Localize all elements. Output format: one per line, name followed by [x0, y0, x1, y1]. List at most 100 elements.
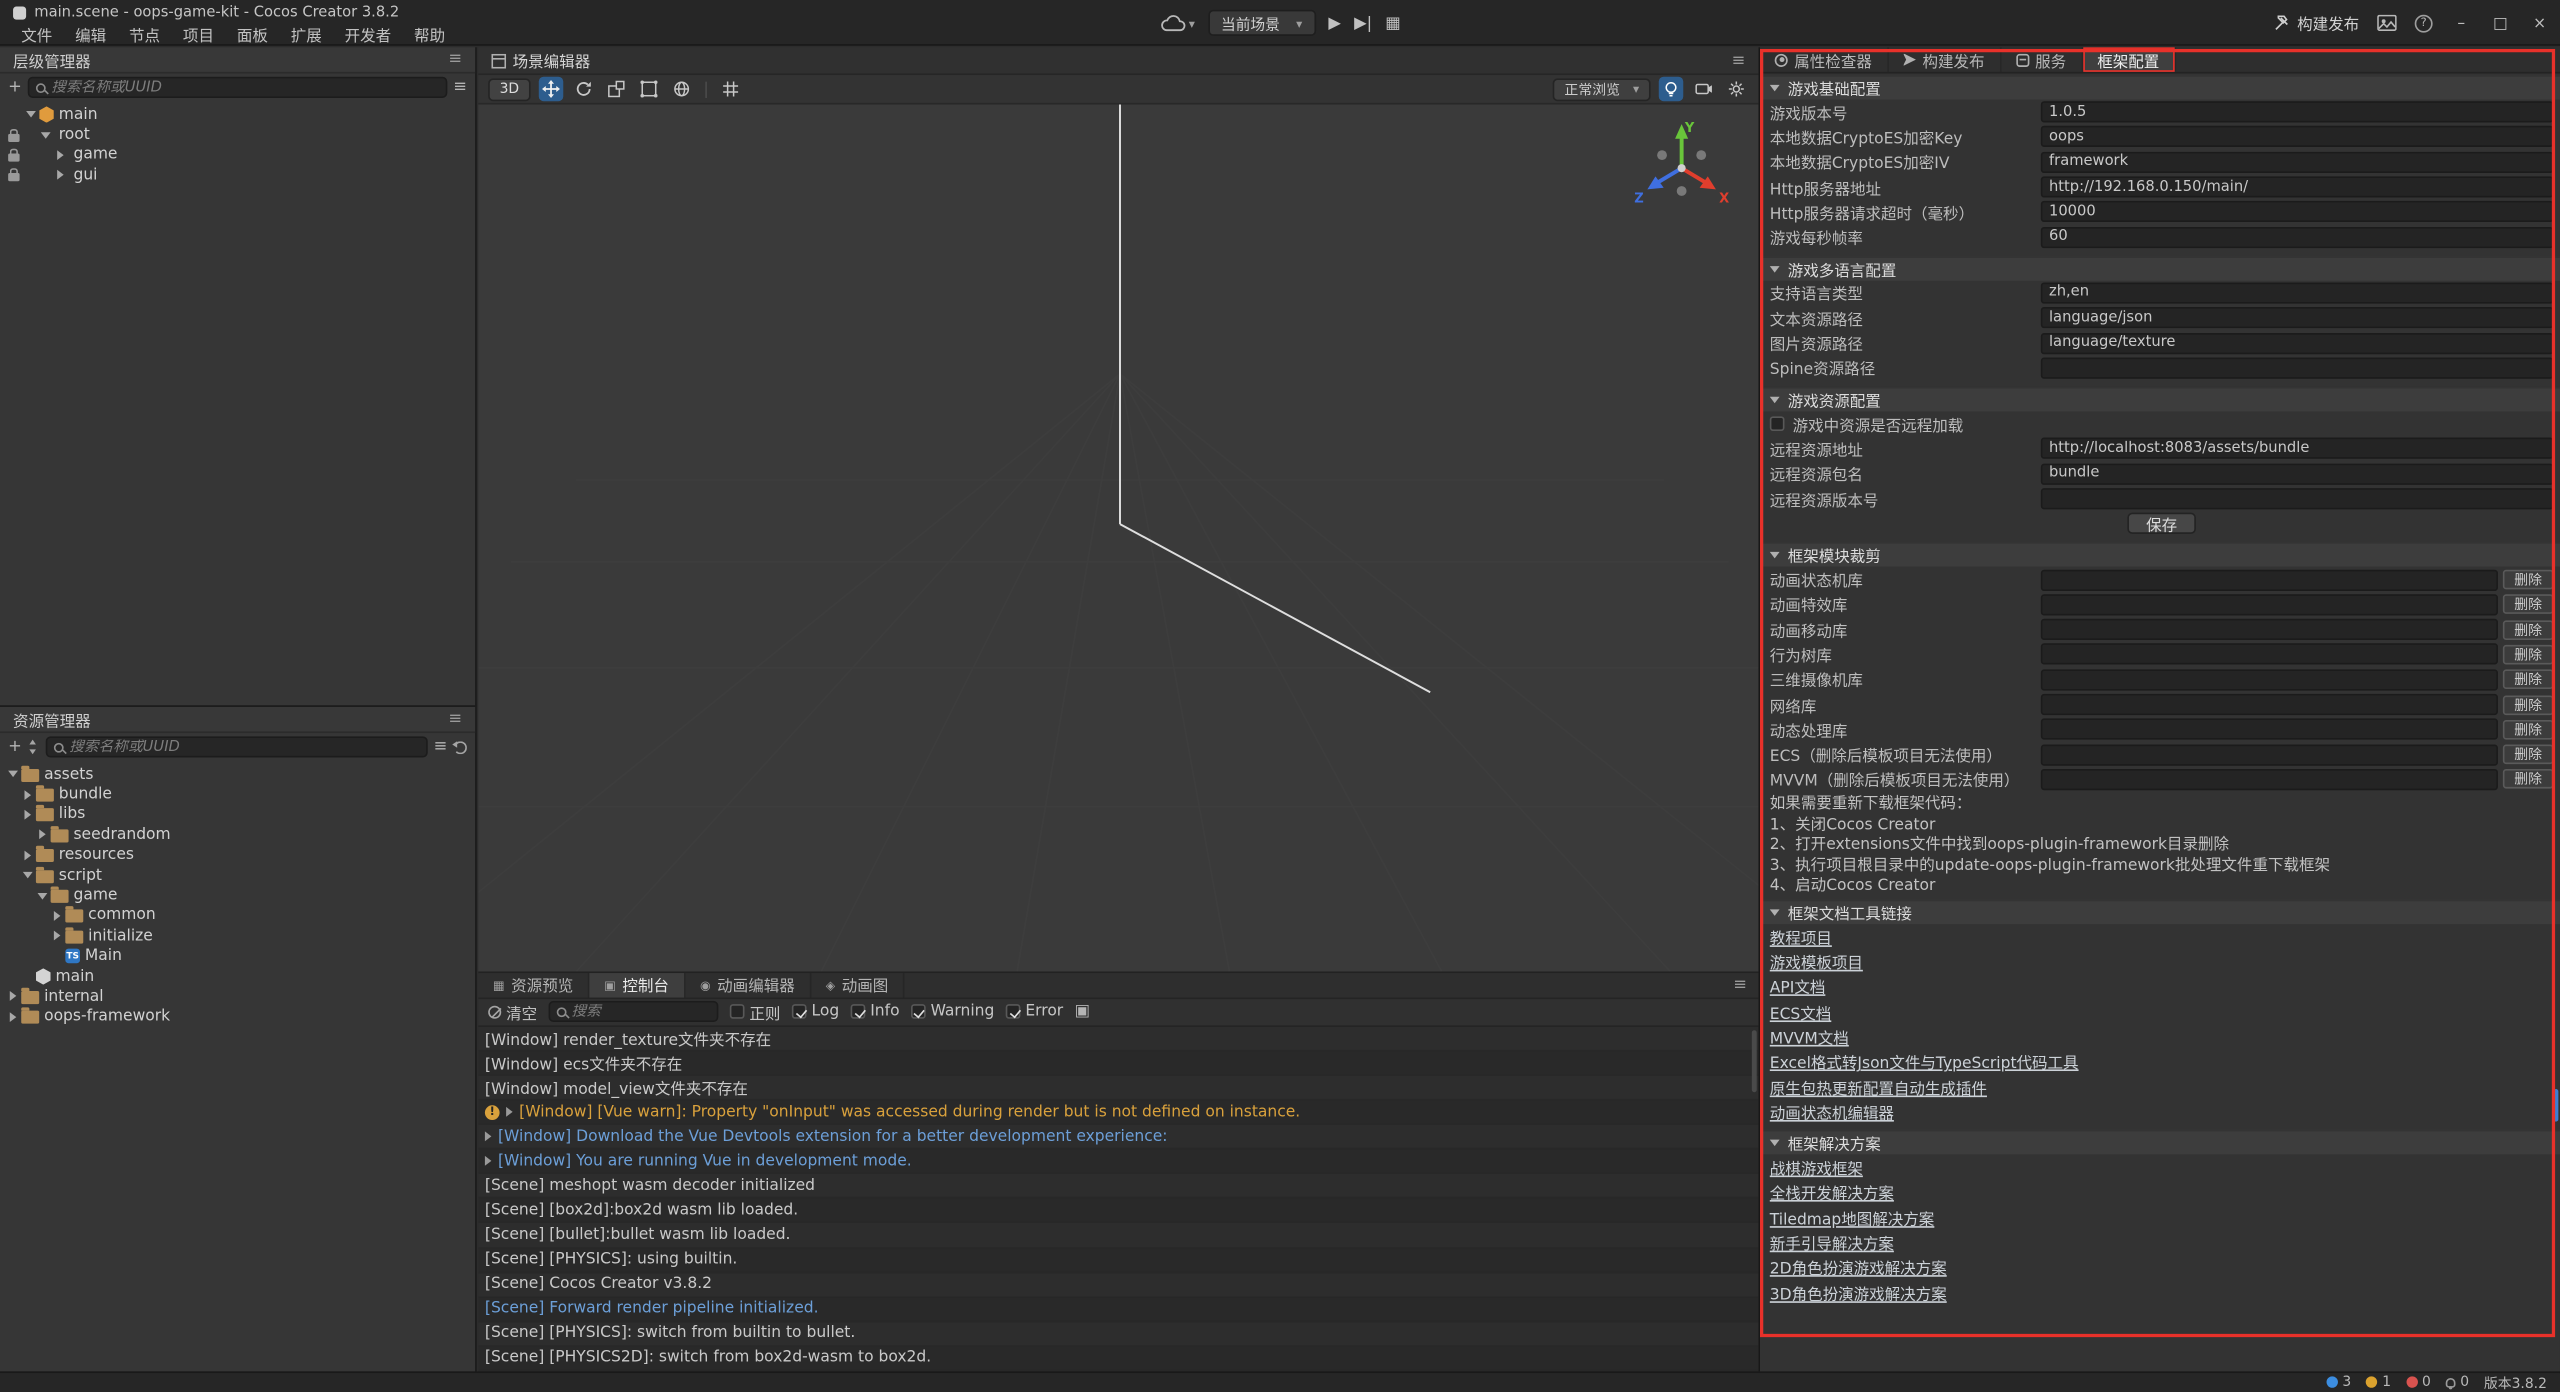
property-input[interactable] [2041, 101, 2554, 122]
scene-settings-gear-icon[interactable] [1724, 77, 1748, 101]
snap-grid-icon[interactable] [718, 77, 742, 101]
section-header[interactable]: 框架文档工具链接 [1760, 900, 2560, 924]
module-field[interactable] [2041, 619, 2498, 640]
expand-arrow-icon[interactable] [38, 127, 54, 143]
menu-item-5[interactable]: 扩展 [279, 22, 333, 45]
log-row[interactable]: [Scene] [PHYSICS]: using builtin. [478, 1248, 1758, 1273]
tree-row[interactable]: seedrandom [0, 825, 475, 845]
console-search[interactable] [549, 1001, 719, 1022]
doc-link[interactable]: 游戏模板项目 [1770, 950, 1863, 973]
menu-item-0[interactable]: 文件 [10, 22, 64, 45]
play-button[interactable]: ▶ [1328, 14, 1341, 32]
log-row[interactable]: [Scene] [PHYSICS2D]: switch from box2d-w… [478, 1347, 1758, 1371]
log-row[interactable]: [Window] You are running Vue in developm… [478, 1150, 1758, 1175]
expand-arrow-icon[interactable] [20, 867, 36, 883]
doc-link[interactable]: 新手引导解决方案 [1770, 1231, 1894, 1254]
module-field[interactable] [2041, 694, 2498, 715]
module-field[interactable] [2041, 719, 2498, 740]
log-row[interactable]: [Window] render_texture文件夹不存在 [478, 1026, 1758, 1051]
expand-arrow-icon[interactable] [5, 766, 21, 782]
doc-link[interactable]: ECS文档 [1770, 1000, 1832, 1023]
expand-arrow-icon[interactable] [20, 806, 36, 822]
property-input[interactable] [2041, 151, 2554, 172]
tree-row[interactable]: resources [0, 845, 475, 865]
light-icon[interactable] [1659, 77, 1683, 101]
scene-select[interactable]: 当前场景 ▾ [1208, 10, 1315, 36]
doc-link[interactable]: 动画状态机编辑器 [1770, 1100, 1894, 1123]
expand-arrow-icon[interactable] [20, 786, 36, 802]
console-filter-info[interactable]: Info [851, 1003, 900, 1021]
minimize-button[interactable]: – [2451, 14, 2472, 32]
doc-link[interactable]: 战棋游戏框架 [1770, 1156, 1863, 1179]
sort-icon[interactable] [28, 740, 39, 755]
create-node-button[interactable]: + [8, 79, 22, 95]
expand-arrow-icon[interactable] [485, 1156, 492, 1166]
rotate-tool-icon[interactable] [571, 77, 595, 101]
inspector-tab-2[interactable]: 服务 [2001, 47, 2083, 71]
tree-row[interactable]: common [0, 906, 475, 926]
doc-link[interactable]: 2D角色扮演游戏解决方案 [1770, 1256, 1947, 1279]
log-row[interactable]: [Scene] Cocos Creator v3.8.2 [478, 1273, 1758, 1298]
assets-search[interactable] [46, 736, 427, 757]
remote-load-checkbox[interactable] [1770, 417, 1785, 432]
tree-row[interactable]: main [0, 966, 475, 986]
expand-arrow-icon[interactable] [49, 948, 65, 964]
maximize-button[interactable]: □ [2490, 14, 2511, 32]
console-tab-2[interactable]: ◉动画编辑器 [685, 973, 811, 997]
warning-count[interactable]: 1 [2366, 1374, 2391, 1390]
move-tool-icon[interactable] [539, 77, 563, 101]
camera-icon[interactable] [1691, 77, 1715, 101]
close-button[interactable]: × [2529, 14, 2550, 32]
doc-link[interactable]: 3D角色扮演游戏解决方案 [1770, 1281, 1947, 1304]
delete-button[interactable]: 删除 [2503, 720, 2554, 740]
log-row[interactable]: [Window] Download the Vue Devtools exten… [478, 1125, 1758, 1150]
doc-link[interactable]: Excel格式转Json文件与TypeScript代码工具 [1770, 1050, 2079, 1073]
filter-icon[interactable]: ≡ [434, 739, 448, 755]
console-tab-3[interactable]: ◈动画图 [811, 973, 905, 997]
module-field[interactable] [2041, 569, 2498, 590]
property-input[interactable] [2041, 332, 2554, 353]
info-count[interactable]: 3 [2326, 1374, 2351, 1390]
menu-item-1[interactable]: 编辑 [64, 22, 118, 45]
step-button[interactable]: ▶| [1354, 14, 1372, 32]
tree-row[interactable]: root [0, 125, 475, 145]
expand-arrow-icon[interactable] [20, 847, 36, 863]
notification-count[interactable]: 0 [2446, 1374, 2470, 1390]
section-header[interactable]: 框架解决方案 [1760, 1131, 2560, 1155]
property-input[interactable] [2041, 357, 2554, 378]
tree-row[interactable]: TSMain [0, 946, 475, 966]
module-field[interactable] [2041, 594, 2498, 615]
property-input[interactable] [2041, 438, 2554, 459]
tree-row[interactable]: script [0, 865, 475, 885]
delete-button[interactable]: 删除 [2503, 770, 2554, 790]
expand-arrow-icon[interactable] [52, 147, 68, 163]
log-row[interactable]: [Scene] [PHYSICS]: switch from builtin t… [478, 1322, 1758, 1347]
panel-menu-icon[interactable]: ≡ [1732, 51, 1746, 69]
expand-arrow-icon[interactable] [5, 989, 21, 1005]
doc-link[interactable]: 教程项目 [1770, 925, 1832, 948]
menu-item-6[interactable]: 开发者 [333, 22, 402, 45]
regex-toggle[interactable]: 正则 [730, 1000, 781, 1023]
console-filter-log[interactable]: Log [792, 1003, 839, 1021]
hierarchy-search-input[interactable] [51, 79, 438, 95]
inspector-tab-0[interactable]: 属性检查器 [1760, 47, 1888, 71]
gizmo-space-icon[interactable] [669, 77, 693, 101]
doc-link[interactable]: MVVM文档 [1770, 1025, 1849, 1048]
save-button[interactable]: 保存 [2128, 513, 2195, 534]
menu-item-4[interactable]: 面板 [225, 22, 279, 45]
tree-row[interactable]: bundle [0, 784, 475, 804]
property-input[interactable] [2041, 307, 2554, 328]
expand-arrow-icon[interactable] [23, 106, 39, 122]
refresh-icon[interactable] [454, 740, 467, 753]
delete-button[interactable]: 删除 [2503, 695, 2554, 715]
doc-link[interactable]: API文档 [1770, 975, 1826, 998]
module-field[interactable] [2041, 744, 2498, 765]
panel-menu-icon[interactable]: ≡ [448, 51, 462, 69]
module-field[interactable] [2041, 644, 2498, 665]
property-input[interactable] [2041, 282, 2554, 303]
help-icon[interactable]: ? [2415, 14, 2433, 32]
panel-menu-icon[interactable]: ≡ [448, 710, 462, 728]
property-input[interactable] [2041, 176, 2554, 197]
property-input[interactable] [2041, 226, 2554, 247]
clear-console-button[interactable]: 清空 [488, 1000, 537, 1023]
